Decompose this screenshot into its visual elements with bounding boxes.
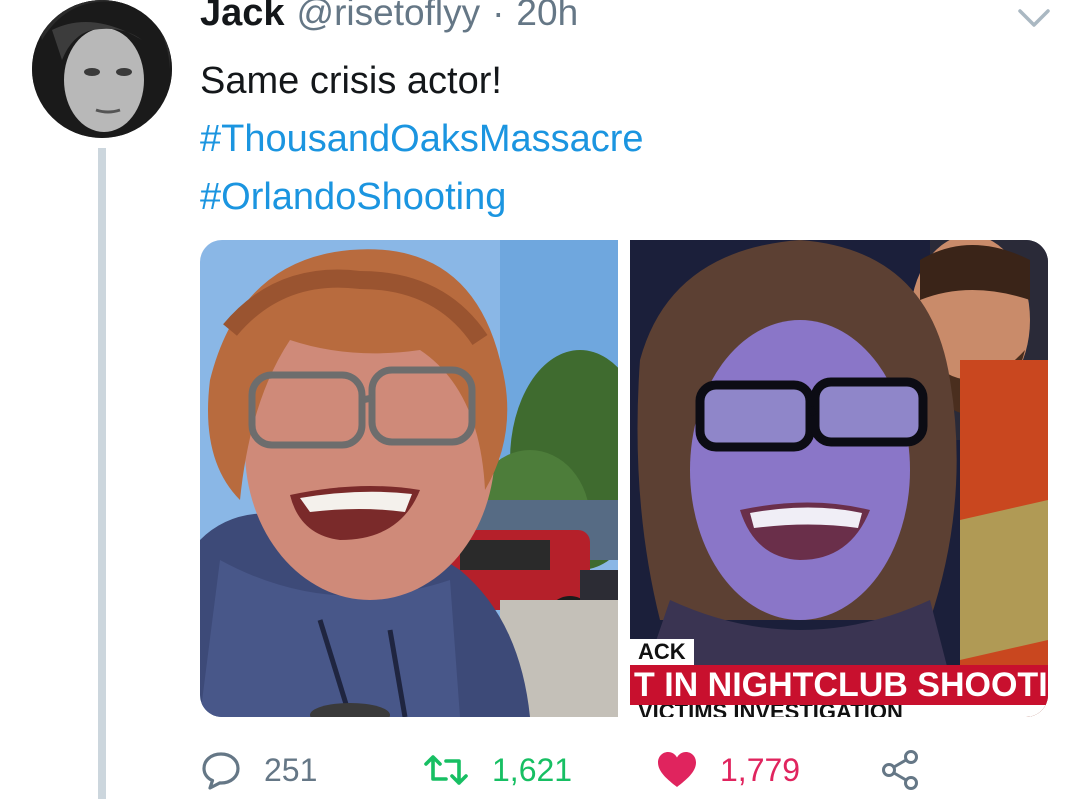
share-nodes-icon bbox=[880, 749, 922, 791]
share-button[interactable] bbox=[880, 740, 922, 800]
chyron-headline: T IN NIGHTCLUB SHOOTIN bbox=[630, 665, 1048, 705]
retweet-count: 1,621 bbox=[492, 751, 573, 788]
like-count: 1,779 bbox=[720, 751, 801, 788]
avatar-portrait-image bbox=[32, 0, 172, 138]
author-name[interactable]: Jack bbox=[200, 0, 285, 35]
speech-bubble-icon bbox=[200, 749, 242, 791]
thread-connector-line bbox=[98, 148, 106, 799]
media-photo-right[interactable]: ACK T IN NIGHTCLUB SHOOTIN VICTIMS INVES… bbox=[630, 240, 1048, 717]
header-separator: · bbox=[492, 0, 505, 33]
media-photo-left[interactable] bbox=[200, 240, 618, 717]
chyron-subline: VICTIMS INVESTIGATION bbox=[630, 705, 1048, 717]
like-button[interactable]: 1,779 bbox=[656, 740, 800, 800]
reply-button[interactable]: 251 bbox=[200, 740, 317, 800]
retweet-button[interactable]: 1,621 bbox=[422, 740, 572, 800]
tweet-header: Jack @risetoflyy · 20h bbox=[200, 0, 578, 42]
chyron-tag: ACK bbox=[630, 639, 694, 665]
author-handle[interactable]: @risetoflyy bbox=[297, 0, 481, 34]
hashtag-link[interactable]: #ThousandOaksMassacre bbox=[200, 110, 1040, 168]
tweet-text-line: Same crisis actor! bbox=[200, 60, 502, 102]
chevron-down-icon[interactable] bbox=[1016, 6, 1052, 30]
author-avatar[interactable] bbox=[32, 0, 172, 138]
news-chyron: ACK T IN NIGHTCLUB SHOOTIN VICTIMS INVES… bbox=[630, 639, 1048, 717]
tweet-body: Same crisis actor! #ThousandOaksMassacre… bbox=[200, 52, 1040, 226]
tweet-actions: 251 1,621 1,779 bbox=[200, 740, 1040, 800]
woman-outdoors-photo bbox=[200, 240, 618, 717]
hashtag-link[interactable]: #OrlandoShooting bbox=[200, 168, 1040, 226]
heart-icon bbox=[656, 750, 698, 790]
reply-count: 251 bbox=[264, 751, 318, 788]
retweet-arrows-icon bbox=[422, 749, 470, 791]
tweet-timestamp[interactable]: 20h bbox=[516, 0, 578, 34]
